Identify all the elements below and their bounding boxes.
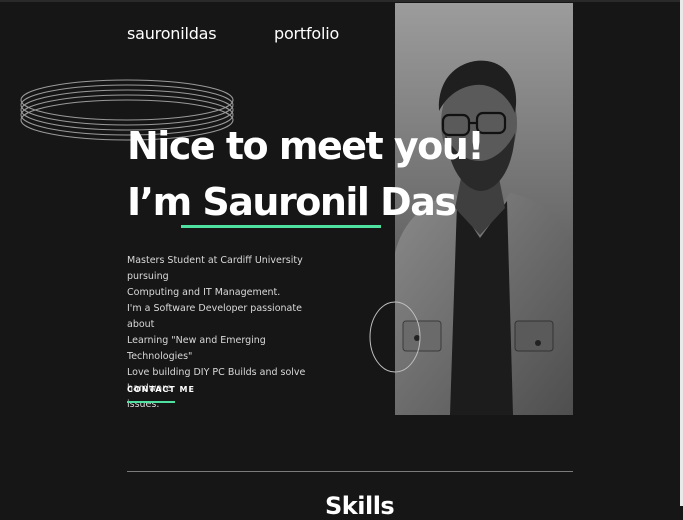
hero-name: Sauronil Das xyxy=(202,180,457,224)
section-divider xyxy=(127,471,573,472)
brand-logo[interactable]: sauronildas xyxy=(127,24,217,43)
contact-me-button[interactable]: CONTACT ME xyxy=(127,385,195,394)
decorative-circle xyxy=(369,301,421,373)
hero-name-line: I’m Sauronil Das xyxy=(127,180,457,224)
hero-headline: Nice to meet you! xyxy=(127,124,485,168)
skills-heading: Skills xyxy=(325,492,395,520)
bio-line: issues. xyxy=(127,399,160,410)
bio-line: Computing and IT Management. xyxy=(127,287,281,298)
bio-line: Learning "New and Emerging Technologies" xyxy=(127,335,266,362)
window-top-edge xyxy=(0,0,683,2)
bio-line: Masters Student at Cardiff University pu… xyxy=(127,255,303,282)
name-underline xyxy=(181,225,381,228)
bio-line: I'm a Software Developer passionate abou… xyxy=(127,303,302,330)
contact-me-underline xyxy=(127,401,175,403)
hero-intro-prefix: I’m xyxy=(127,180,203,224)
nav-portfolio[interactable]: portfolio xyxy=(274,24,339,43)
